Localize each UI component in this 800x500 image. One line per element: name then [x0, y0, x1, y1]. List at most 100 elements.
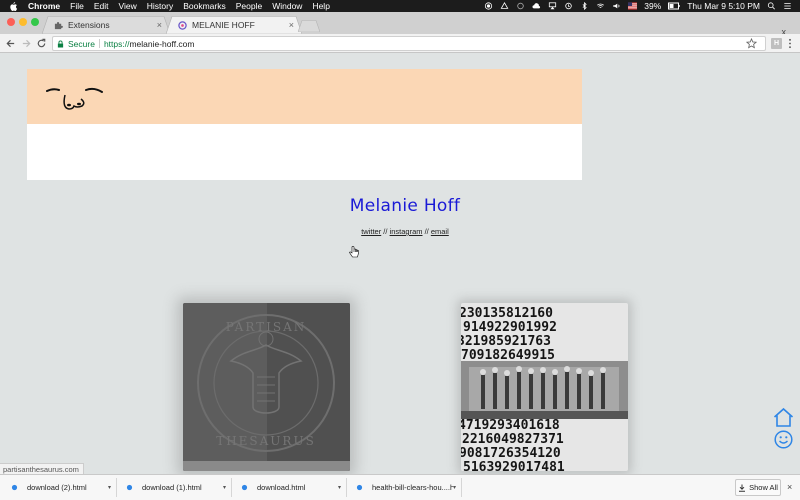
tab-close-button[interactable]: × [289, 20, 294, 30]
email-link[interactable]: email [431, 227, 449, 236]
macos-menu-bar: Chrome File Edit View History Bookmarks … [0, 0, 800, 12]
link-status-bubble: partisanthesaurus.com [0, 463, 84, 474]
tab-melanie-hoff[interactable]: MELANIE HOFF × [166, 16, 302, 34]
health-bill-thumbnail[interactable]: 230135812160 914922901992 321985921763 7… [461, 303, 628, 471]
menu-history[interactable]: History [147, 1, 173, 11]
window-close-button[interactable] [7, 18, 15, 26]
download-filename: health-bill-clears-hou....html [372, 483, 453, 492]
face-drawing-icon [46, 87, 103, 110]
url-text[interactable]: https://melanie-hoff.com [104, 39, 195, 49]
file-icon [241, 484, 248, 491]
download-filename: download (1).html [142, 483, 202, 492]
link-separator: // [381, 227, 390, 236]
extension-h-button[interactable]: H [771, 38, 782, 49]
header-banner [27, 69, 582, 124]
svg-text:9081726354120: 9081726354120 [461, 446, 561, 461]
volume-icon[interactable] [612, 2, 621, 10]
cloud-icon[interactable] [532, 2, 541, 10]
bookmark-star-icon[interactable] [746, 38, 757, 49]
site-favicon-icon [178, 20, 187, 30]
file-icon [126, 484, 133, 491]
spotlight-search-icon[interactable] [767, 2, 776, 10]
svg-text:709182649915: 709182649915 [461, 348, 555, 363]
secure-label[interactable]: Secure [68, 39, 95, 49]
bluetooth-icon[interactable] [580, 2, 589, 10]
browser-toolbar: Secure https://melanie-hoff.com H [0, 34, 800, 53]
wifi-icon[interactable] [596, 2, 605, 10]
menu-people[interactable]: People [236, 1, 262, 11]
lock-icon[interactable] [57, 40, 64, 48]
record-icon[interactable] [484, 2, 493, 10]
file-icon [356, 484, 363, 491]
menu-file[interactable]: File [70, 1, 84, 11]
chrome-menu-icon[interactable] [788, 38, 792, 49]
new-tab-button[interactable] [298, 20, 320, 32]
menu-bookmarks[interactable]: Bookmarks [183, 1, 226, 11]
social-links: twitter // instagram // email [300, 227, 510, 236]
page-viewport: Melanie Hoff twitter // instagram // ema… [0, 53, 800, 474]
svg-text:321985921763: 321985921763 [461, 334, 551, 349]
battery-icon[interactable] [668, 2, 680, 10]
show-all-downloads-button[interactable]: Show All [735, 479, 781, 496]
svg-text:230135812160: 230135812160 [461, 306, 553, 321]
tab-label: MELANIE HOFF [192, 20, 255, 30]
menubar-status-area: 39% Thu Mar 9 5:10 PM [484, 0, 792, 12]
tab-extensions[interactable]: Extensions × [42, 16, 170, 34]
seal-text-top: PARTISAN [226, 320, 307, 334]
back-arrow-icon[interactable] [5, 38, 16, 49]
download-item[interactable]: download (1).html ▾ [118, 478, 232, 497]
time-machine-icon[interactable] [564, 2, 573, 10]
drive-icon[interactable] [500, 2, 509, 10]
reload-icon[interactable] [36, 38, 47, 49]
url-host: melanie-hoff.com [129, 38, 195, 49]
svg-text:5163929017481: 5163929017481 [463, 460, 565, 471]
tab-label: Extensions [68, 20, 110, 30]
smiley-face-icon[interactable] [774, 430, 793, 449]
download-filename: download (2).html [27, 483, 87, 492]
download-filename: download.html [257, 483, 306, 492]
menu-view[interactable]: View [118, 1, 136, 11]
download-arrow-icon [739, 484, 746, 492]
battery-percentage[interactable]: 39% [644, 1, 661, 11]
menubar-clock[interactable]: Thu Mar 9 5:10 PM [687, 1, 760, 11]
address-bar[interactable]: Secure https://melanie-hoff.com [52, 36, 766, 51]
airplay-icon[interactable] [548, 2, 557, 10]
twitter-link[interactable]: twitter [361, 227, 381, 236]
tab-close-button[interactable]: × [157, 20, 162, 30]
address-divider [98, 39, 100, 48]
window-zoom-button[interactable] [31, 18, 39, 26]
download-item[interactable]: download.html ▾ [233, 478, 347, 497]
chevron-down-icon[interactable]: ▾ [453, 484, 461, 491]
menu-app-chrome[interactable]: Chrome [28, 1, 60, 11]
us-flag-icon[interactable] [628, 2, 638, 10]
url-scheme: https:// [103, 38, 130, 49]
svg-text:914922901992: 914922901992 [463, 320, 557, 335]
header-white-band [27, 124, 582, 180]
chevron-down-icon[interactable]: ▾ [108, 484, 116, 491]
chevron-down-icon[interactable]: ▾ [223, 484, 231, 491]
home-icon[interactable] [773, 407, 794, 428]
close-downloads-shelf-button[interactable]: × [787, 482, 792, 492]
menu-window[interactable]: Window [272, 1, 302, 11]
page-title: Melanie Hoff [349, 196, 461, 216]
menu-help[interactable]: Help [312, 1, 329, 11]
window-minimize-button[interactable] [19, 18, 27, 26]
instagram-link[interactable]: instagram [390, 227, 423, 236]
number-collage-image: 230135812160 914922901992 321985921763 7… [461, 303, 628, 471]
download-item[interactable]: health-bill-clears-hou....html ▾ [348, 478, 462, 497]
show-all-label: Show All [749, 483, 778, 492]
menu-edit[interactable]: Edit [94, 1, 109, 11]
forward-arrow-icon[interactable] [21, 38, 32, 49]
hand-cursor-icon [349, 246, 359, 258]
link-separator: // [422, 227, 431, 236]
downloads-shelf: download (2).html ▾ download (1).html ▾ … [0, 474, 800, 500]
download-item[interactable]: download (2).html ▾ [3, 478, 117, 497]
sync-icon[interactable] [516, 2, 525, 10]
notification-center-icon[interactable] [783, 2, 792, 10]
apple-logo-icon[interactable] [9, 1, 18, 11]
puzzle-icon [54, 21, 63, 29]
chevron-down-icon[interactable]: ▾ [338, 484, 346, 491]
svg-text:2216049827371: 2216049827371 [462, 432, 564, 447]
partisan-thesaurus-thumbnail[interactable]: PARTISAN THESAURUS [183, 303, 350, 471]
browser-tab-strip: Extensions × MELANIE HOFF × x [0, 12, 800, 37]
